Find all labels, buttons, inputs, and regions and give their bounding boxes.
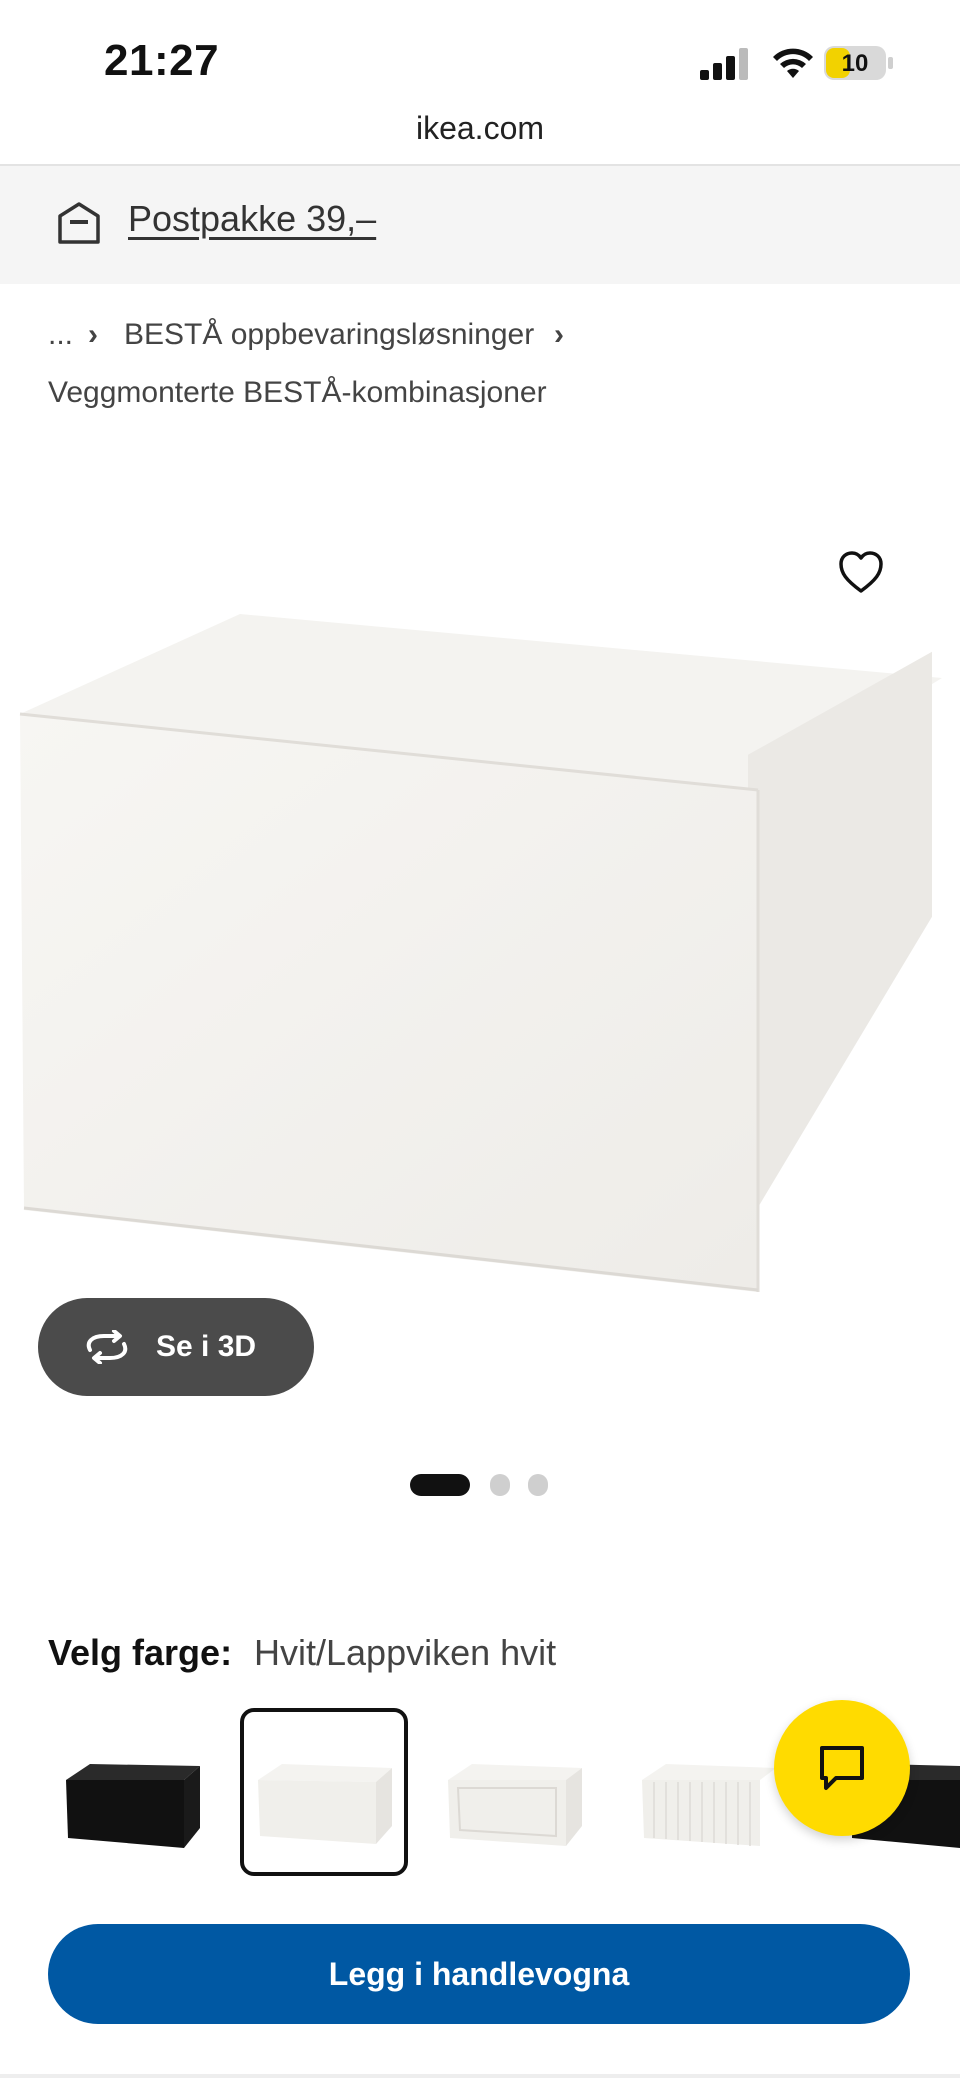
- rotate-3d-icon: [86, 1330, 128, 1364]
- view-3d-button[interactable]: Se i 3D: [38, 1298, 314, 1396]
- color-value: Hvit/Lappviken hvit: [254, 1632, 557, 1673]
- chat-bubble-icon: [820, 1746, 864, 1790]
- carousel-dot-active[interactable]: [410, 1474, 470, 1496]
- color-swatch-white-ribbed[interactable]: [624, 1708, 792, 1876]
- breadcrumb-separator: ›: [554, 318, 564, 351]
- breadcrumb-ellipsis[interactable]: ...: [48, 318, 73, 352]
- favorite-heart-icon[interactable]: [836, 548, 886, 598]
- wifi-icon: [773, 48, 813, 78]
- add-to-cart-button[interactable]: Legg i handlevogna: [48, 1924, 910, 2024]
- color-label: Velg farge:: [48, 1632, 233, 1673]
- bottom-divider: [0, 2074, 960, 2078]
- carousel-dot[interactable]: [528, 1474, 548, 1496]
- cellular-signal-icon: [700, 48, 748, 80]
- browser-url[interactable]: ikea.com: [0, 110, 960, 147]
- color-swatch-white-selected[interactable]: [240, 1708, 408, 1876]
- product-image[interactable]: [10, 600, 950, 1300]
- battery-icon: 10: [824, 46, 894, 80]
- color-swatch-white-framed[interactable]: [430, 1708, 598, 1876]
- breadcrumb-current[interactable]: Veggmonterte BESTÅ-kombinasjoner: [48, 376, 547, 410]
- delivery-box-icon: [58, 202, 100, 244]
- chat-button[interactable]: [774, 1700, 910, 1836]
- breadcrumb-separator: ›: [88, 318, 98, 351]
- view-3d-label: Se i 3D: [156, 1330, 257, 1363]
- battery-level: 10: [841, 50, 869, 77]
- carousel-dot[interactable]: [490, 1474, 510, 1496]
- color-swatch-black[interactable]: [50, 1708, 218, 1876]
- shipping-banner-link[interactable]: Postpakke 39,–: [128, 198, 376, 240]
- status-time: 21:27: [104, 36, 220, 85]
- breadcrumb-besta-link[interactable]: BESTÅ oppbevaringsløsninger: [124, 318, 534, 352]
